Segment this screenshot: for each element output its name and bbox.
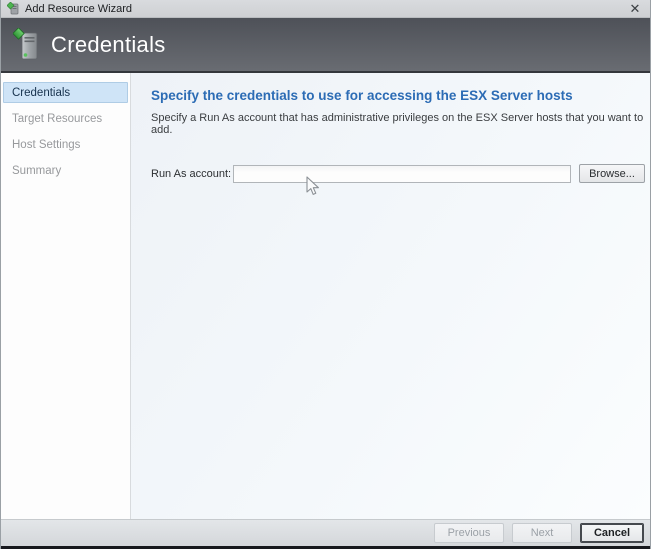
wizard-body: Credentials Target Resources Host Settin…: [1, 73, 650, 519]
browse-button[interactable]: Browse...: [579, 164, 645, 183]
sidebar-item-label: Target Resources: [12, 113, 102, 125]
sidebar-item-host-settings[interactable]: Host Settings: [3, 134, 128, 155]
next-button[interactable]: Next: [512, 523, 572, 543]
sidebar-item-credentials[interactable]: Credentials: [3, 82, 128, 103]
titlebar: Add Resource Wizard ✕: [1, 0, 650, 18]
wizard-steps-sidebar: Credentials Target Resources Host Settin…: [1, 73, 131, 519]
page-title: Credentials: [51, 32, 166, 58]
page-description: Specify a Run As account that has admini…: [151, 112, 645, 136]
wizard-header: Credentials: [1, 18, 650, 73]
sidebar-item-label: Credentials: [12, 87, 70, 99]
sidebar-item-summary[interactable]: Summary: [3, 160, 128, 181]
sidebar-item-label: Summary: [12, 165, 61, 177]
wizard-app-icon: [7, 2, 20, 15]
add-host-server-icon: [13, 28, 41, 62]
add-resource-wizard-window: Add Resource Wizard ✕: [0, 0, 651, 549]
previous-button[interactable]: Previous: [434, 523, 504, 543]
wizard-footer: Previous Next Cancel: [1, 519, 650, 546]
sidebar-item-label: Host Settings: [12, 139, 80, 151]
page-heading: Specify the credentials to use for acces…: [151, 88, 645, 103]
run-as-account-label: Run As account:: [151, 168, 233, 180]
run-as-account-row: Run As account: Browse...: [151, 164, 645, 183]
sidebar-item-target-resources[interactable]: Target Resources: [3, 108, 128, 129]
cancel-button[interactable]: Cancel: [580, 523, 644, 543]
content-pane: Specify the credentials to use for acces…: [131, 73, 650, 519]
window-title: Add Resource Wizard: [25, 3, 132, 15]
close-icon[interactable]: ✕: [626, 2, 644, 15]
run-as-account-input[interactable]: [233, 165, 571, 183]
